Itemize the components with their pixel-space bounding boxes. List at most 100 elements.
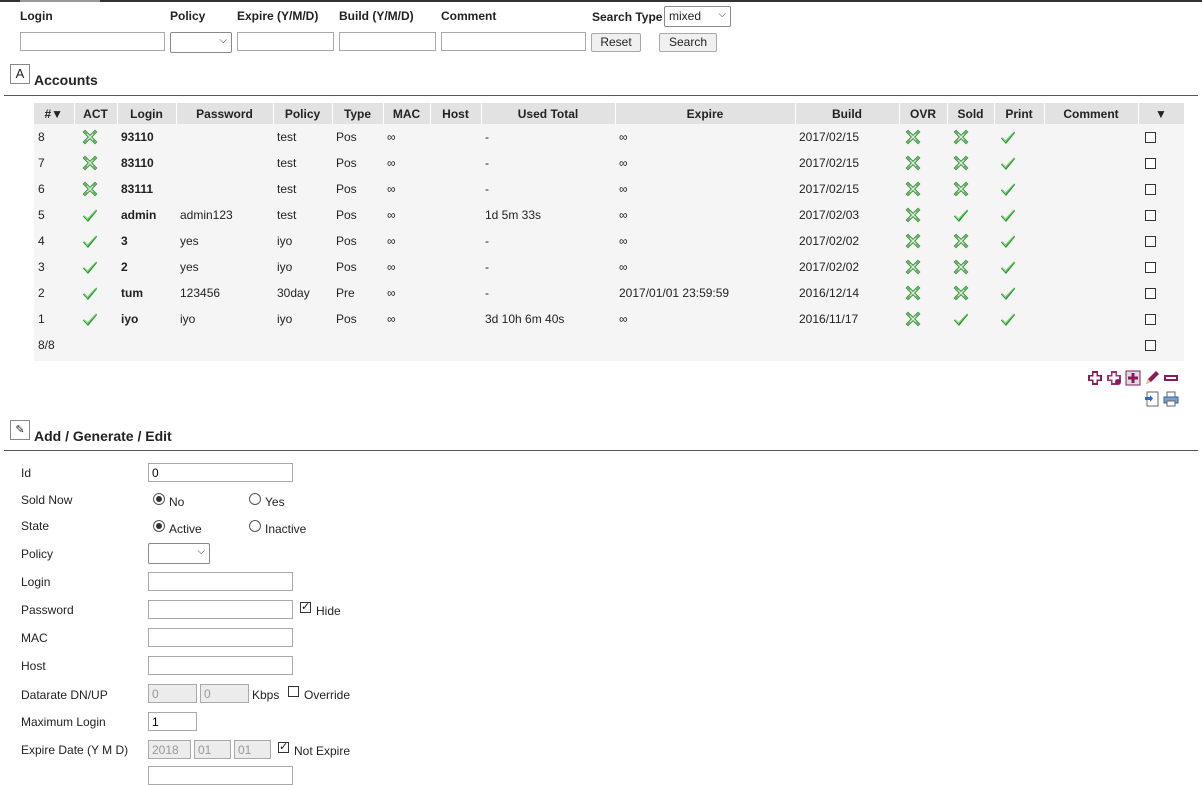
cell-used: - — [485, 182, 489, 196]
cell-login: 83111 — [121, 182, 154, 196]
check-icon — [83, 287, 97, 300]
column-header[interactable]: Host — [430, 103, 482, 124]
column-header[interactable]: ACT — [74, 103, 118, 124]
column-header[interactable]: ▼ — [1138, 103, 1185, 124]
row-checkbox[interactable] — [1145, 132, 1156, 144]
cell-type: Pre — [336, 286, 355, 300]
hide-checkbox[interactable] — [300, 602, 311, 613]
cell-num: 5 — [38, 208, 45, 222]
next-field-input[interactable] — [148, 766, 293, 785]
state-active-radio[interactable] — [153, 520, 165, 532]
filter-policy-select[interactable]: ⌵ — [170, 32, 232, 53]
generate-icon[interactable] — [1125, 370, 1141, 386]
expire-day-input[interactable] — [234, 740, 271, 759]
filter-expire-input[interactable] — [237, 32, 334, 51]
x-icon — [905, 207, 921, 223]
print-icon[interactable] — [1163, 391, 1179, 407]
state-inactive-radio[interactable] — [249, 520, 261, 532]
filter-build-input[interactable] — [339, 32, 436, 51]
edit-icon[interactable] — [1144, 370, 1160, 386]
edit-title: Add / Generate / Edit — [34, 428, 172, 444]
max-login-input[interactable] — [148, 712, 197, 731]
x-icon — [82, 155, 98, 171]
column-header[interactable]: Comment — [1044, 103, 1139, 124]
add-icon[interactable] — [1087, 370, 1103, 386]
check-icon — [1001, 287, 1015, 300]
column-header[interactable]: #▼ — [34, 103, 75, 124]
remove-icon[interactable] — [1163, 370, 1179, 386]
filter-login-input[interactable] — [20, 32, 165, 51]
expire-year-input[interactable] — [148, 740, 191, 759]
table-row[interactable]: 2 tum 123456 30day Pre ∞ - 2017/01/01 23:59:59 2… — [34, 280, 1184, 306]
mac-input[interactable] — [148, 628, 293, 647]
table-row[interactable]: 3 2 yes iyo Pos ∞ - ∞ 2017/02/02 — [34, 254, 1184, 280]
override-checkbox[interactable] — [288, 686, 299, 697]
cell-ovr — [899, 280, 947, 306]
table-row[interactable]: 7 83110 test Pos ∞ - ∞ 2017/02/15 — [34, 150, 1184, 176]
expire-month-input[interactable] — [194, 740, 231, 759]
x-icon — [905, 311, 921, 327]
cell-host — [430, 280, 481, 306]
policy-select[interactable]: ⌵ — [148, 543, 210, 564]
search-button[interactable]: Search — [659, 33, 717, 52]
table-row[interactable]: 1 iyo iyo iyo Pos ∞ 3d 10h 6m 40s ∞ 2016/11/17 — [34, 306, 1184, 332]
column-header[interactable]: Type — [332, 103, 384, 124]
export-icon[interactable] — [1144, 391, 1160, 407]
edit-section-icon[interactable]: ✎ — [10, 420, 30, 440]
column-header[interactable]: Login — [117, 103, 177, 124]
check-icon — [1001, 131, 1015, 144]
column-header[interactable]: Password — [176, 103, 274, 124]
expire-date-label: Expire Date (Y M D) — [21, 743, 129, 757]
check-icon — [83, 313, 97, 326]
password-input[interactable] — [148, 600, 293, 619]
table-row[interactable]: 5 admin admin123 test Pos ∞ 1d 5m 33s ∞ 2017/02/… — [34, 202, 1184, 228]
column-header[interactable]: MAC — [383, 103, 431, 124]
cell-comment — [1044, 228, 1138, 254]
cell-sold — [947, 202, 994, 228]
row-checkbox[interactable] — [1145, 210, 1156, 222]
top-edge — [0, 0, 1202, 2]
datarate-dn-input[interactable] — [148, 684, 197, 703]
row-checkbox[interactable] — [1145, 184, 1156, 196]
column-header[interactable]: Expire — [615, 103, 796, 124]
cell-policy: test — [277, 130, 297, 144]
row-checkbox[interactable] — [1145, 288, 1156, 300]
cell-type: Pos — [336, 182, 357, 196]
cell-used: - — [485, 286, 489, 300]
cell-used: - — [485, 260, 489, 274]
column-header[interactable]: Sold — [947, 103, 995, 124]
accounts-toggle-icon[interactable]: A — [10, 64, 30, 84]
not-expire-label: Not Expire — [294, 744, 351, 758]
table-row[interactable]: 4 3 yes iyo Pos ∞ - ∞ 2017/02/02 — [34, 228, 1184, 254]
row-checkbox[interactable] — [1145, 236, 1156, 248]
login-input[interactable] — [148, 572, 293, 591]
cell-ovr — [899, 124, 947, 150]
filter-expire-label: Expire (Y/M/D) — [237, 9, 319, 23]
cell-print — [994, 280, 1044, 306]
cell-select — [1138, 228, 1184, 254]
filter-comment-input[interactable] — [441, 32, 586, 51]
add-multiple-icon[interactable] — [1106, 370, 1122, 386]
row-checkbox[interactable] — [1145, 262, 1156, 274]
table-row[interactable]: 6 83111 test Pos ∞ - ∞ 2017/02/15 — [34, 176, 1184, 202]
column-header[interactable]: Used Total — [481, 103, 616, 124]
column-header[interactable]: Build — [795, 103, 900, 124]
select-all-checkbox[interactable] — [1145, 340, 1156, 352]
x-icon — [953, 259, 969, 275]
not-expire-checkbox[interactable] — [278, 742, 289, 753]
column-header[interactable]: Print — [994, 103, 1045, 124]
host-input[interactable] — [148, 656, 293, 675]
sold-no-radio[interactable] — [153, 493, 165, 505]
sold-yes-radio[interactable] — [249, 493, 261, 505]
x-icon — [905, 233, 921, 249]
id-input[interactable] — [148, 463, 293, 482]
table-row[interactable]: 8 93110 test Pos ∞ - ∞ 2017/02/15 — [34, 124, 1184, 150]
column-header[interactable]: OVR — [899, 103, 948, 124]
row-checkbox[interactable] — [1145, 158, 1156, 170]
x-icon — [953, 155, 969, 171]
datarate-up-input[interactable] — [200, 684, 249, 703]
search-type-select[interactable]: mixed ⌵ — [664, 6, 731, 27]
row-checkbox[interactable] — [1145, 314, 1156, 326]
column-header[interactable]: Policy — [273, 103, 333, 124]
reset-button[interactable]: Reset — [591, 33, 641, 52]
